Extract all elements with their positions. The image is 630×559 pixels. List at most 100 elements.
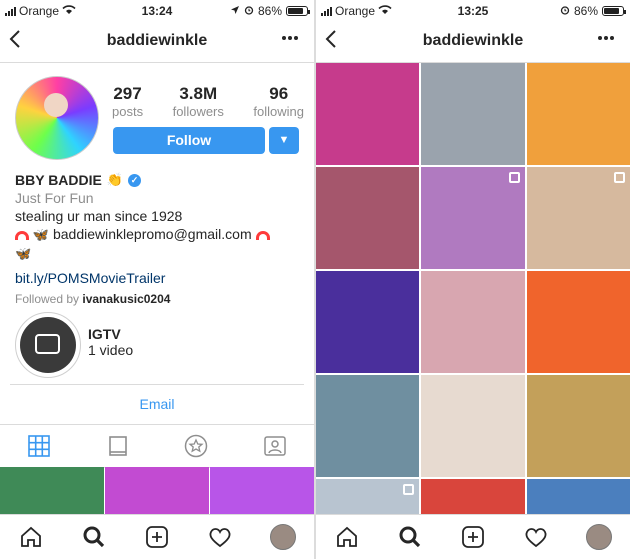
- igtv-count: 1 video: [88, 342, 134, 358]
- multiple-photos-icon: [403, 484, 415, 495]
- battery-percent: 86%: [573, 4, 598, 18]
- stat-followers[interactable]: 3.8M followers: [173, 84, 224, 119]
- profile-tabs: [0, 424, 314, 468]
- post-thumbnail[interactable]: [210, 467, 314, 515]
- photo-tile[interactable]: [526, 63, 630, 165]
- home-icon: [337, 526, 358, 547]
- new-post-tab[interactable]: [458, 522, 488, 552]
- suggested-accounts-button[interactable]: ▼: [269, 127, 299, 154]
- status-bar: Orange 13:24 86%: [0, 0, 314, 22]
- rainbow-emoji-icon: [255, 230, 270, 240]
- followed-by-user[interactable]: ivanakusic0204: [82, 292, 170, 306]
- bottom-tab-bar: [316, 514, 630, 559]
- photo-tile[interactable]: [316, 167, 420, 269]
- photo-tile[interactable]: [421, 271, 525, 373]
- igtv-icon: [35, 334, 60, 354]
- battery-icon: [286, 6, 310, 16]
- grid-icon: [28, 435, 51, 457]
- tagged-person-icon: [264, 436, 286, 456]
- stat-label: followers: [172, 104, 224, 119]
- more-icon: [598, 36, 614, 40]
- activity-tab[interactable]: [521, 522, 551, 552]
- multiple-photos-icon: [508, 172, 520, 183]
- alarm-icon: [244, 4, 254, 18]
- search-icon: [399, 526, 421, 548]
- search-tab[interactable]: [395, 522, 425, 552]
- stat-posts[interactable]: 297 posts: [112, 84, 143, 119]
- post-thumbnail[interactable]: [105, 467, 209, 515]
- follow-button[interactable]: Follow: [113, 127, 265, 154]
- status-bar: Orange 13:25 86%: [316, 0, 630, 22]
- profile-header: baddiewinkle: [0, 22, 314, 63]
- avatar: [585, 524, 612, 550]
- avatar: [269, 524, 296, 550]
- search-icon: [83, 526, 105, 548]
- post-preview-strip: [0, 467, 314, 515]
- photo-grid: [316, 63, 630, 559]
- stat-value: 96: [269, 84, 289, 103]
- profile-screen: Orange 13:24 86% baddiewinkle 297 posts …: [0, 0, 314, 559]
- photo-tile[interactable]: [526, 271, 630, 373]
- profile-grid-screen: Orange 13:25 86% baddiewinkle: [316, 0, 630, 559]
- more-options-button[interactable]: [596, 28, 616, 53]
- tab-tagged[interactable]: [236, 425, 315, 467]
- tab-guides[interactable]: [157, 425, 236, 467]
- photo-tile[interactable]: [316, 271, 420, 373]
- heart-icon: [525, 528, 547, 548]
- igtv-highlight[interactable]: [15, 312, 81, 378]
- display-name: BBY BADDIE: [15, 172, 102, 188]
- new-post-tab[interactable]: [142, 522, 172, 552]
- home-tab[interactable]: [332, 522, 362, 552]
- search-tab[interactable]: [79, 522, 109, 552]
- photo-tile[interactable]: [421, 63, 525, 165]
- home-icon: [21, 526, 42, 547]
- profile-avatar[interactable]: [15, 76, 99, 160]
- stat-following[interactable]: 96 following: [253, 84, 304, 119]
- verified-badge-icon: ✓: [128, 173, 142, 187]
- star-icon: [185, 434, 208, 458]
- battery-icon: [602, 6, 626, 16]
- photo-tile[interactable]: [421, 167, 525, 269]
- photo-tile[interactable]: [526, 167, 630, 269]
- profile-tab[interactable]: [584, 522, 614, 552]
- stat-value: 3.8M: [179, 84, 218, 103]
- activity-tab[interactable]: [205, 522, 235, 552]
- followed-by: Followed by ivanakusic0204: [15, 292, 171, 306]
- bio-text: stealing ur man since 1928: [15, 208, 183, 224]
- tab-igtv[interactable]: [79, 425, 158, 467]
- tab-grid[interactable]: [0, 425, 79, 467]
- profile-tab[interactable]: [268, 522, 298, 552]
- heart-icon: [209, 528, 231, 548]
- post-thumbnail[interactable]: [0, 467, 104, 515]
- multiple-photos-icon: [614, 172, 625, 183]
- hands-emoji-icon: 👏: [106, 172, 124, 187]
- alarm-icon: [560, 4, 570, 18]
- profile-header: baddiewinkle: [316, 22, 630, 63]
- category-label: Just For Fun: [15, 190, 94, 206]
- bottom-tab-bar: [0, 514, 314, 559]
- photo-tile[interactable]: [526, 375, 630, 477]
- username-title: baddiewinkle: [422, 32, 524, 49]
- add-post-icon: [146, 526, 168, 548]
- igtv-title: IGTV: [88, 326, 121, 342]
- butterfly-emoji-icon: 🦋: [15, 246, 32, 261]
- photo-tile[interactable]: [421, 375, 525, 477]
- rainbow-emoji-icon: [15, 230, 29, 240]
- home-tab[interactable]: [16, 522, 46, 552]
- add-post-icon: [462, 526, 484, 548]
- photo-tile[interactable]: [316, 63, 420, 165]
- email-button[interactable]: Email: [0, 396, 314, 412]
- butterfly-emoji-icon: 🦋: [32, 227, 50, 242]
- battery-percent: 86%: [257, 4, 282, 18]
- photo-tile[interactable]: [316, 375, 420, 477]
- caret-down-icon: ▼: [278, 134, 290, 146]
- location-icon: [230, 4, 240, 18]
- stat-value: 297: [113, 84, 142, 103]
- bio-link[interactable]: bit.ly/POMSMovieTrailer: [15, 269, 305, 287]
- more-icon: [282, 36, 298, 40]
- profile-bio: BBY BADDIE 👏 ✓ Just For Fun stealing ur …: [15, 171, 305, 308]
- username-title: baddiewinkle: [106, 32, 208, 49]
- divider: [10, 384, 304, 385]
- profile-stats: 297 posts 3.8M followers 96 following: [112, 84, 304, 119]
- more-options-button[interactable]: [280, 28, 300, 53]
